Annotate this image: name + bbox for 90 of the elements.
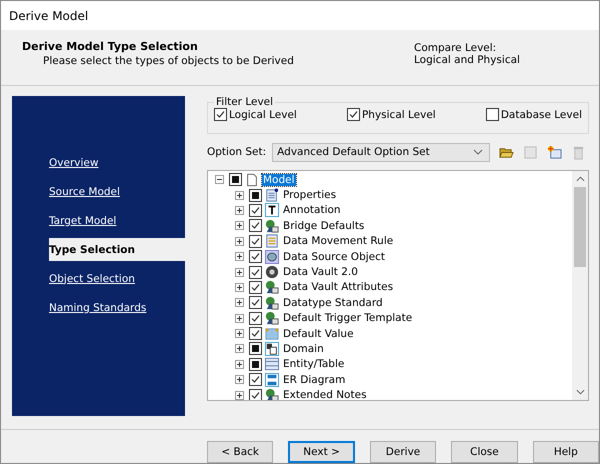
new-icon[interactable]	[547, 144, 562, 160]
tree-item[interactable]: Data Vault Attributes	[282, 281, 394, 294]
checkbox[interactable]	[249, 327, 262, 340]
expand-icon[interactable]	[235, 221, 244, 230]
checkbox[interactable]	[249, 266, 262, 279]
expand-icon[interactable]	[235, 206, 244, 215]
expand-icon[interactable]	[235, 282, 244, 292]
checkbox[interactable]	[249, 312, 262, 325]
tree-item[interactable]: Data Movement Rule	[282, 235, 394, 248]
page-title: Derive Model Type Selection	[22, 40, 199, 53]
tree-item[interactable]: Model	[262, 174, 296, 186]
shapes-icon	[265, 218, 279, 233]
checkbox[interactable]	[249, 280, 262, 294]
scroll-up-icon[interactable]	[576, 176, 584, 182]
dialog-button[interactable]: Help	[532, 441, 599, 463]
shapes-icon	[265, 311, 279, 326]
partial-checkbox[interactable]	[249, 188, 262, 202]
shapes-icon	[265, 388, 279, 400]
checkbox-label: Physical Level	[362, 108, 436, 120]
expand-icon[interactable]	[235, 252, 244, 262]
document-icon	[245, 172, 259, 187]
checkbox[interactable]	[249, 296, 262, 310]
dialog-button[interactable]: Derive	[370, 441, 436, 463]
option-set-dropdown[interactable]: Advanced Default Option Set	[272, 142, 490, 162]
expand-icon[interactable]	[235, 375, 244, 384]
compare-label: Compare Level:	[414, 42, 498, 54]
dialog-button[interactable]: Next >	[288, 441, 355, 463]
expand-icon[interactable]	[235, 268, 244, 277]
tree-item[interactable]: Extended Notes	[282, 389, 368, 400]
expand-icon[interactable]	[235, 236, 244, 246]
form-icon	[265, 234, 279, 248]
tree-item[interactable]: Properties	[282, 189, 338, 202]
expand-icon[interactable]	[235, 314, 244, 323]
option-set-label: Option Set:	[207, 146, 266, 158]
tree-item[interactable]: Domain	[282, 342, 325, 355]
text-icon	[265, 203, 279, 218]
shapes-icon	[265, 280, 279, 294]
checkbox[interactable]	[486, 108, 499, 121]
tree-item[interactable]: Annotation	[282, 204, 342, 216]
checkbox[interactable]	[249, 234, 262, 248]
nav-link[interactable]: Type Selection	[49, 238, 185, 261]
checkbox[interactable]	[249, 373, 262, 386]
domain-icon	[265, 342, 279, 356]
checkbox[interactable]	[249, 388, 262, 400]
shapes-icon	[265, 296, 279, 310]
expand-icon[interactable]	[235, 298, 244, 308]
partial-checkbox[interactable]	[249, 358, 262, 371]
checkbox[interactable]	[249, 219, 262, 232]
tree-item[interactable]: Data Source Object	[282, 250, 386, 263]
expand-icon[interactable]	[235, 344, 244, 354]
partial-checkbox[interactable]	[249, 342, 262, 356]
nav-link[interactable]: Overview	[49, 156, 98, 168]
compare-value: Logical and Physical	[414, 54, 521, 66]
database-icon	[265, 250, 279, 264]
dialog-button[interactable]: < Back	[207, 441, 274, 463]
group-title: Filter Level	[215, 96, 274, 108]
tree-item[interactable]: Data Vault 2.0	[282, 266, 359, 278]
tree-item[interactable]: Datatype Standard	[282, 296, 384, 309]
collapse-icon[interactable]	[215, 175, 224, 184]
dialog-button[interactable]: Close	[451, 441, 518, 463]
checkbox[interactable]	[214, 108, 227, 121]
list-icon	[265, 188, 279, 202]
nav-link[interactable]: Naming Standards	[49, 302, 146, 314]
page-subtitle: Please select the types of objects to be Derived	[42, 55, 294, 67]
expand-icon[interactable]	[235, 360, 244, 369]
nav-link[interactable]: Target Model	[49, 214, 116, 226]
chevron-down-icon	[473, 149, 484, 155]
tree-item[interactable]: Bridge Defaults	[282, 220, 366, 232]
expand-icon[interactable]	[235, 190, 244, 200]
tree-item[interactable]: ER Diagram	[282, 374, 346, 386]
checkbox[interactable]	[346, 108, 360, 121]
nav-link[interactable]: Object Selection	[49, 272, 135, 284]
expand-icon[interactable]	[235, 390, 244, 400]
diagram-icon	[265, 372, 279, 387]
table-icon	[265, 357, 279, 372]
scrollbar[interactable]	[572, 171, 588, 400]
tree-item[interactable]: Default Trigger Template	[282, 312, 414, 324]
frame-icon	[265, 326, 279, 341]
nav-link[interactable]: Source Model	[49, 186, 120, 198]
gear-icon	[265, 265, 279, 280]
checkbox[interactable]	[249, 250, 262, 264]
partial-checkbox[interactable]	[229, 173, 242, 186]
checkbox-label: Database Level	[500, 108, 582, 120]
window-title: Derive Model	[9, 8, 88, 22]
scroll-down-icon[interactable]	[576, 389, 584, 395]
checkbox-label: Logical Level	[229, 108, 297, 120]
expand-icon[interactable]	[235, 329, 244, 338]
checkbox[interactable]	[249, 204, 262, 217]
tree-item[interactable]: Entity/Table	[282, 358, 346, 370]
tree-item[interactable]: Default Value	[282, 328, 355, 340]
